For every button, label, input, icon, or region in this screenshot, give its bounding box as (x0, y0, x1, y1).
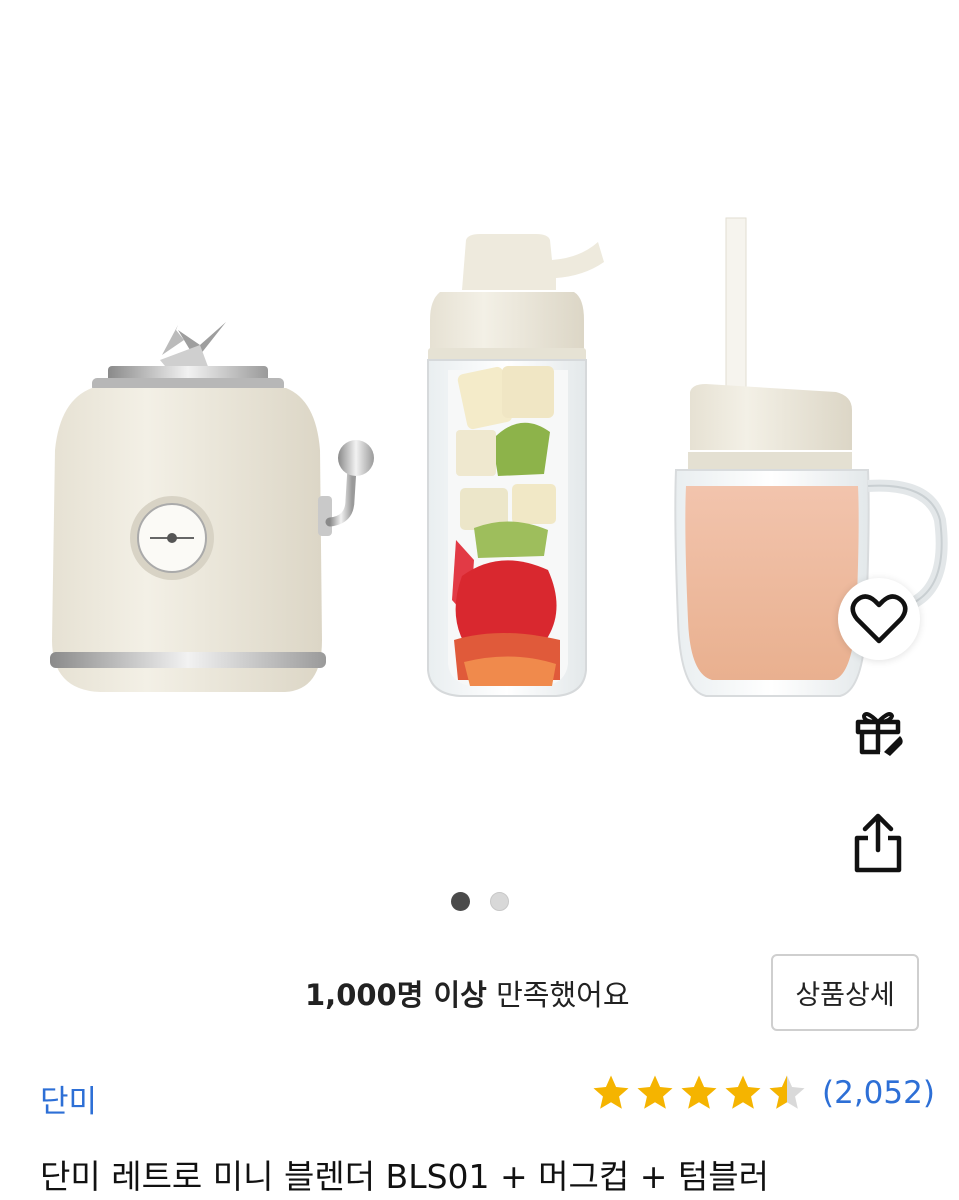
star-half-icon (769, 1075, 805, 1109)
rating-stars (590, 1072, 808, 1114)
tumbler-bottle (427, 234, 604, 697)
share-icon (854, 813, 902, 873)
brand-link[interactable]: 단미 (40, 1076, 97, 1121)
carousel-dot-2[interactable] (489, 892, 509, 911)
product-title: 단미 레트로 미니 블렌더 BLS01 + 머그컵 + 텀블러 (40, 1157, 769, 1196)
carousel-pagination (0, 892, 959, 911)
blender-base (50, 322, 374, 692)
carousel-dot-1[interactable] (450, 892, 470, 911)
gift-icon (855, 712, 903, 756)
star-icon (593, 1075, 629, 1109)
satisfaction-text: 만족했어요 (486, 978, 630, 1012)
star-icon (681, 1075, 717, 1109)
product-image (50, 217, 948, 697)
star-icon (637, 1075, 673, 1109)
share-button[interactable] (846, 808, 910, 878)
star-icon (725, 1075, 761, 1109)
heart-icon (850, 594, 908, 644)
product-detail-button[interactable]: 상품상세 (771, 954, 919, 1031)
satisfaction-summary: 1,000명 이상 만족했어요 (305, 972, 630, 1014)
wishlist-button[interactable] (838, 578, 920, 660)
rating[interactable]: (2,052) (590, 1072, 935, 1114)
gift-button[interactable] (846, 698, 910, 762)
product-image-carousel[interactable] (0, 0, 959, 940)
satisfaction-count: 1,000명 이상 (305, 978, 487, 1012)
review-count[interactable]: (2,052) (822, 1075, 935, 1111)
